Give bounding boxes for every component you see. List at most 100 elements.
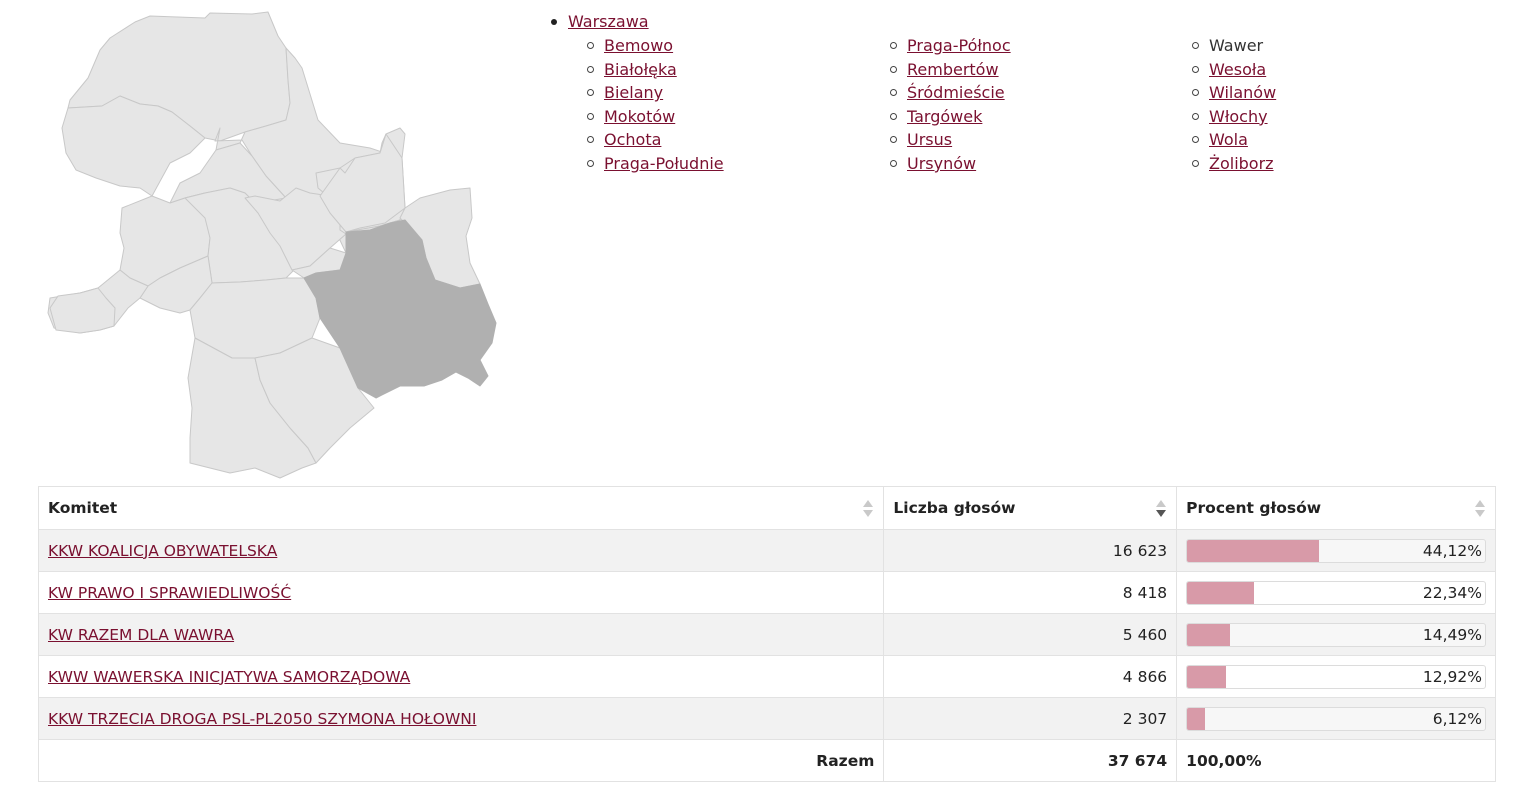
percent-value: 6,12% (1432, 709, 1482, 728)
total-row: Razem 37 674 100,00% (37, 739, 1496, 782)
district-link-targowek[interactable]: Targówek (907, 107, 982, 126)
district-item: Rembertów (887, 58, 1189, 82)
column-header-percent-label: Procent głosów (1186, 499, 1322, 517)
sort-arrows-icon (1475, 500, 1485, 518)
district-item: Białołęka (584, 58, 887, 82)
percent-bar: 14,49% (1186, 622, 1486, 647)
district-item: Włochy (1189, 105, 1439, 129)
district-link-wlochy[interactable]: Włochy (1209, 107, 1268, 126)
table-header-row: Komitet Liczba głosów Procent głosów (37, 486, 1496, 530)
column-header-votes-label: Liczba głosów (893, 499, 1016, 517)
percent-cell: 14,49% (1176, 613, 1496, 656)
column-header-committee[interactable]: Komitet (37, 486, 885, 530)
results-table: Komitet Liczba głosów Procent głosów KKW… (37, 486, 1496, 782)
district-item: Praga-Południe (584, 152, 887, 176)
votes-cell: 16 623 (883, 529, 1178, 572)
committee-cell: KWW WAWERSKA INICJATYWA SAMORZĄDOWA (37, 655, 885, 698)
sort-descending-icon (1156, 500, 1167, 518)
committee-link[interactable]: KKW TRZECIA DROGA PSL-PL2050 SZYMONA HOŁ… (48, 710, 476, 728)
district-item: Śródmieście (887, 81, 1189, 105)
column-header-percent[interactable]: Procent głosów (1176, 486, 1496, 530)
votes-cell: 8 418 (883, 571, 1178, 614)
district-item: Ochota (584, 128, 887, 152)
district-item: Ursynów (887, 152, 1189, 176)
district-link-ochota[interactable]: Ochota (604, 130, 661, 149)
percent-bar-fill (1187, 665, 1226, 688)
percent-cell: 6,12% (1176, 697, 1496, 740)
district-link-wilanow[interactable]: Wilanów (1209, 83, 1276, 102)
percent-bar: 6,12% (1186, 706, 1486, 731)
district-column-1: Bemowo Białołęka Bielany Mokotów Ochota … (584, 34, 887, 176)
district-link-bielany[interactable]: Bielany (604, 83, 663, 102)
committee-link[interactable]: KWW WAWERSKA INICJATYWA SAMORZĄDOWA (48, 668, 410, 686)
city-link-warszawa[interactable]: Warszawa (568, 12, 649, 31)
percent-bar-fill (1187, 539, 1319, 562)
district-item: Żoliborz (1189, 152, 1439, 176)
committee-link[interactable]: KKW KOALICJA OBYWATELSKA (48, 542, 277, 560)
percent-bar-fill (1187, 581, 1254, 604)
committee-link[interactable]: KW PRAWO I SPRAWIEDLIWOŚĆ (48, 584, 291, 602)
district-link-praga-poludnie[interactable]: Praga-Południe (604, 154, 724, 173)
district-link-ursus[interactable]: Ursus (907, 130, 952, 149)
table-row: KW RAZEM DLA WAWRA 5 460 14,49% (37, 613, 1496, 656)
warsaw-district-map (40, 8, 510, 483)
district-link-mokotow[interactable]: Mokotów (604, 107, 675, 126)
committee-cell: KW RAZEM DLA WAWRA (37, 613, 885, 656)
percent-bar: 44,12% (1186, 538, 1486, 563)
percent-bar-fill (1187, 623, 1231, 646)
percent-cell: 22,34% (1176, 571, 1496, 614)
percent-bar: 22,34% (1186, 580, 1486, 605)
district-link-ursynow[interactable]: Ursynów (907, 154, 976, 173)
votes-cell: 2 307 (883, 697, 1178, 740)
percent-bar: 12,92% (1186, 664, 1486, 689)
district-item: Bielany (584, 81, 887, 105)
table-row: KKW TRZECIA DROGA PSL-PL2050 SZYMONA HOŁ… (37, 697, 1496, 740)
sort-arrows-icon (863, 500, 874, 518)
district-item: Praga-Północ (887, 34, 1189, 58)
table-row: KKW KOALICJA OBYWATELSKA 16 623 44,12% (37, 529, 1496, 572)
district-link-wesola[interactable]: Wesoła (1209, 60, 1266, 79)
votes-cell: 5 460 (883, 613, 1178, 656)
city-list: Warszawa (548, 10, 1498, 34)
district-link-praga-polnoc[interactable]: Praga-Północ (907, 36, 1011, 55)
column-header-votes[interactable]: Liczba głosów (883, 486, 1178, 530)
district-link-rembertow[interactable]: Rembertów (907, 60, 999, 79)
percent-value: 12,92% (1422, 667, 1482, 686)
table-row: KW PRAWO I SPRAWIEDLIWOŚĆ 8 418 22,34% (37, 571, 1496, 614)
column-header-committee-label: Komitet (48, 499, 118, 517)
district-column-2: Praga-Północ Rembertów Śródmieście Targó… (887, 34, 1189, 176)
district-link-zoliborz[interactable]: Żoliborz (1209, 154, 1274, 173)
percent-value: 14,49% (1422, 625, 1482, 644)
district-item: Mokotów (584, 105, 887, 129)
table-row: KWW WAWERSKA INICJATYWA SAMORZĄDOWA 4 86… (37, 655, 1496, 698)
percent-cell: 12,92% (1176, 655, 1496, 698)
percent-value: 44,12% (1422, 541, 1482, 560)
district-current-wawer: Wawer (1209, 36, 1264, 55)
total-votes: 37 674 (883, 739, 1178, 782)
percent-bar-fill (1187, 707, 1206, 730)
district-item: Targówek (887, 105, 1189, 129)
total-label: Razem (37, 739, 885, 782)
district-item: Ursus (887, 128, 1189, 152)
district-item: Wilanów (1189, 81, 1439, 105)
votes-cell: 4 866 (883, 655, 1178, 698)
district-link-wola[interactable]: Wola (1209, 130, 1248, 149)
percent-value: 22,34% (1422, 583, 1482, 602)
city-list-item: Warszawa (548, 10, 1498, 34)
percent-cell: 44,12% (1176, 529, 1496, 572)
committee-cell: KW PRAWO I SPRAWIEDLIWOŚĆ (37, 571, 885, 614)
committee-link[interactable]: KW RAZEM DLA WAWRA (48, 626, 234, 644)
committee-cell: KKW KOALICJA OBYWATELSKA (37, 529, 885, 572)
committee-cell: KKW TRZECIA DROGA PSL-PL2050 SZYMONA HOŁ… (37, 697, 885, 740)
district-column-3: Wawer Wesoła Wilanów Włochy Wola Żolibor… (1189, 34, 1439, 176)
district-link-bemowo[interactable]: Bemowo (604, 36, 673, 55)
district-item: Wola (1189, 128, 1439, 152)
district-item-current: Wawer (1189, 34, 1439, 58)
total-percent: 100,00% (1176, 739, 1496, 782)
district-item: Bemowo (584, 34, 887, 58)
district-columns: Bemowo Białołęka Bielany Mokotów Ochota … (548, 34, 1498, 176)
district-item: Wesoła (1189, 58, 1439, 82)
district-link-srodmiescie[interactable]: Śródmieście (907, 83, 1005, 102)
district-navigation: Warszawa Bemowo Białołęka Bielany Mokotó… (548, 10, 1498, 176)
district-link-bialoleka[interactable]: Białołęka (604, 60, 677, 79)
